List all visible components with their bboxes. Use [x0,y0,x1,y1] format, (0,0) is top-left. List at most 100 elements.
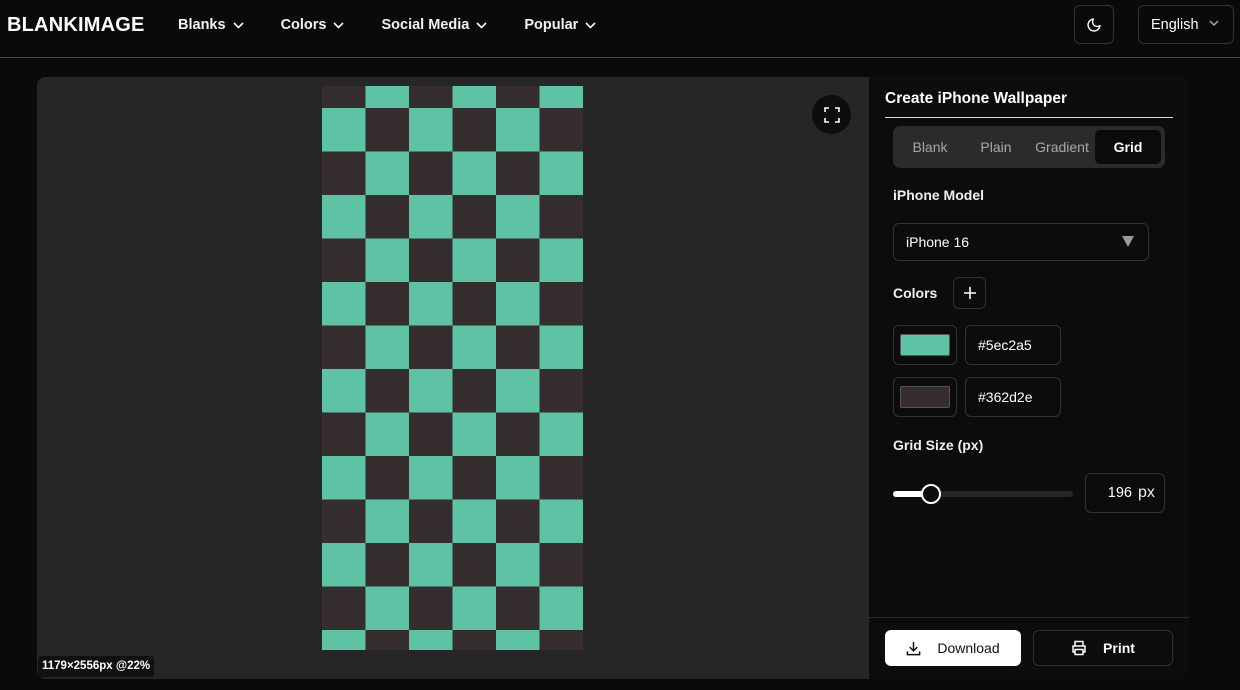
grid-cell [409,543,453,587]
wallpaper-preview [322,86,583,650]
grid-cell [496,543,540,587]
grid-cell [409,151,453,196]
chevron-down-icon [476,21,487,29]
model-value: iPhone 16 [906,234,970,250]
grid-cell [365,499,410,544]
grid-cell [452,412,497,457]
grid-cell [539,282,583,326]
grid-cell [452,630,497,650]
preview-area: 1179×2556px @22% [37,77,868,679]
grid-cell [365,586,410,631]
nav-item-social-media[interactable]: Social Media [381,17,487,33]
fullscreen-button[interactable] [812,95,851,134]
grid-cell [409,238,453,283]
tab-blank[interactable]: Blank [897,130,963,164]
slider-thumb[interactable] [920,484,941,504]
grid-cell [452,369,497,413]
grid-cell [539,412,583,457]
color-hex-input-1[interactable] [965,325,1061,365]
theme-toggle-button[interactable] [1074,5,1114,44]
grid-cell [496,630,540,650]
grid-cell [452,456,497,500]
grid-cell [322,456,366,500]
printer-icon [1071,640,1087,656]
model-select[interactable]: iPhone 16 [893,223,1149,261]
color-swatch-2[interactable] [893,377,957,417]
site-logo[interactable]: BLANKIMAGE [7,14,145,37]
grid-cell [539,543,583,587]
nav-item-colors[interactable]: Colors [281,17,345,33]
grid-cell [539,586,583,631]
grid-cell [322,499,366,544]
tab-grid[interactable]: Grid [1095,130,1161,164]
grid-cell [409,412,453,457]
grid-cell [409,325,453,370]
grid-size-field: px [1085,473,1165,513]
grid-cell [322,630,366,650]
download-label: Download [937,640,1000,656]
grid-cell [539,86,583,109]
grid-cell [452,543,497,587]
tab-plain[interactable]: Plain [963,130,1029,164]
grid-cell [409,195,453,239]
print-label: Print [1103,640,1135,656]
grid-size-input[interactable] [1086,475,1132,511]
nav-item-label: Blanks [178,17,226,33]
grid-cell [452,282,497,326]
color-swatch-1[interactable] [893,325,957,365]
grid-size-label: Grid Size (px) [893,437,984,453]
grid-cell [322,412,366,457]
grid-cell [496,325,540,370]
grid-cell [322,108,366,152]
nav-item-label: Popular [524,17,579,33]
nav-item-popular[interactable]: Popular [524,17,596,33]
nav-item-label: Social Media [381,17,470,33]
grid-cell [539,369,583,413]
grid-size-slider[interactable] [893,484,1073,504]
grid-cell [452,238,497,283]
grid-cell [539,108,583,152]
grid-cell [409,456,453,500]
chevron-down-icon [333,21,345,29]
grid-cell [496,108,540,152]
grid-cell [496,369,540,413]
moon-icon [1087,17,1101,32]
editor-card: 1179×2556px @22% Create iPhone Wallpaper… [37,77,1189,679]
add-color-button[interactable] [953,277,986,309]
grid-cell [496,238,540,283]
grid-cell [452,586,497,631]
grid-cell [322,325,366,370]
tab-gradient[interactable]: Gradient [1029,130,1095,164]
grid-cell [452,151,497,196]
print-button[interactable]: Print [1033,630,1173,666]
swatch-fill [900,386,950,408]
grid-cell [539,325,583,370]
fullscreen-icon [823,106,840,123]
grid-cell [322,586,366,631]
grid-cell [409,630,453,650]
grid-cell [365,325,410,370]
language-select[interactable]: English [1138,5,1234,44]
color-hex-input-2[interactable] [965,377,1061,417]
nav-item-blanks[interactable]: Blanks [178,17,244,33]
download-button[interactable]: Download [885,630,1021,666]
grid-cell [496,86,540,109]
grid-cell [452,325,497,370]
colors-label: Colors [893,285,938,301]
language-label: English [1151,16,1199,33]
grid-cell [496,586,540,631]
settings-panel: Create iPhone Wallpaper Blank Plain Grad… [868,77,1189,679]
grid-cell [452,499,497,544]
grid-cell [322,282,366,326]
grid-cell [322,151,366,196]
grid-cell [496,412,540,457]
grid-cell [365,282,410,326]
grid-cell [322,238,366,283]
chevron-down-icon [1209,20,1219,26]
panel-title: Create iPhone Wallpaper [885,90,1068,107]
grid-cell [409,108,453,152]
nav-item-label: Colors [280,17,327,33]
dimensions-badge: 1179×2556px @22% [38,656,155,677]
checkerboard-pattern [322,86,583,650]
grid-cell [496,282,540,326]
